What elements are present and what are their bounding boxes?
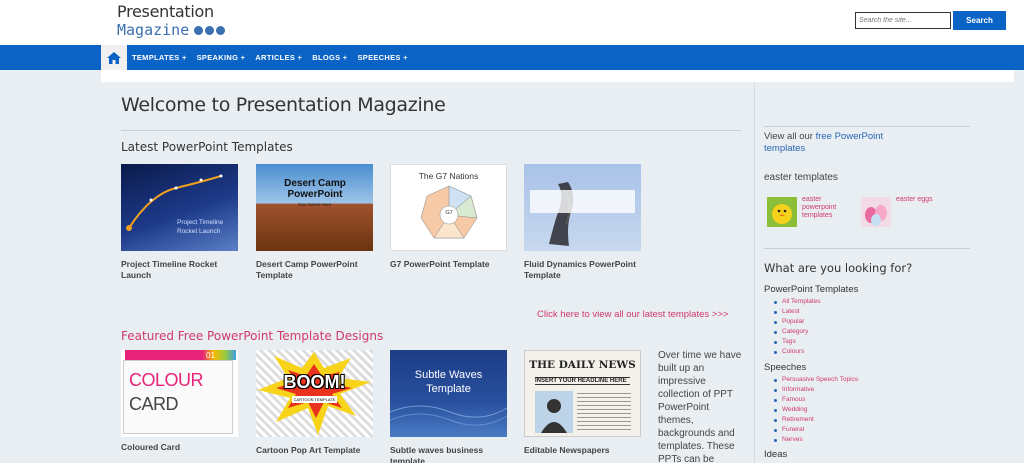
page-title: Welcome to Presentation Magazine (121, 94, 446, 116)
sidebar-link-informative[interactable]: Informative (774, 385, 858, 395)
template-thumb-fluid[interactable] (524, 164, 641, 251)
search-input[interactable] (855, 12, 951, 29)
sidebar-link-popular[interactable]: Popular (774, 317, 821, 327)
nav-spacer (101, 70, 1014, 82)
sidebar-link-wedding[interactable]: Wedding (774, 405, 858, 415)
pop-art-boom: BOOM! (283, 372, 346, 392)
template-caption-fluid[interactable]: Fluid Dynamics PowerPoint Template (524, 259, 649, 281)
sidebar-link-all-templates[interactable]: All Templates (774, 297, 821, 307)
sidebar-speeches-list: Persuasive Speech Topics Informative Fam… (774, 375, 858, 445)
template-thumb-coloured-card[interactable]: 01 COLOUR CARD (121, 350, 238, 437)
template-caption-newspaper[interactable]: Editable Newspapers (524, 445, 649, 456)
nav-speaking[interactable]: SPEAKING + (197, 53, 246, 62)
easter-thumb-eggs[interactable] (861, 197, 891, 227)
template-thumb-rocket[interactable]: Project Timeline Rocket Launch (121, 164, 238, 251)
main-nav: TEMPLATES + SPEAKING + ARTICLES + BLOGS … (0, 45, 1024, 70)
sidebar-divider-2 (764, 248, 970, 249)
looking-for-heading: What are you looking for? (764, 261, 913, 275)
sidebar-link-famous[interactable]: Famous (774, 395, 858, 405)
view-all-latest-link[interactable]: Click here to view all our latest templa… (537, 309, 728, 320)
thumb-g7-center: G7 (445, 210, 453, 216)
template-caption-rocket[interactable]: Project Timeline Rocket Launch (121, 259, 246, 281)
sidebar-divider (764, 126, 970, 127)
thumb-desert-title: Desert Camp PowerPoint (284, 178, 346, 200)
site-header: Presentation Magazine Search (0, 0, 1024, 45)
thumb-rocket-text: Project Timeline Rocket Launch (177, 219, 224, 235)
easter-thumb-chick[interactable] (767, 197, 797, 227)
newspaper-photo (535, 391, 573, 433)
thumb-fluid-bar (530, 190, 635, 213)
template-caption-g7[interactable]: G7 PowerPoint Template (390, 259, 515, 270)
home-icon (107, 51, 121, 64)
card-word2: CARD (129, 394, 179, 414)
sidebar-link-retirement[interactable]: Retirement (774, 415, 858, 425)
sidebar-templates-list: All Templates Latest Popular Category Ta… (774, 297, 821, 357)
latest-templates-heading: Latest PowerPoint Templates (121, 140, 293, 154)
sidebar-link-category[interactable]: Category (774, 327, 821, 337)
sidebar-link-persuasive[interactable]: Persuasive Speech Topics (774, 375, 858, 385)
thumb-g7-title: The G7 Nations (418, 171, 479, 181)
template-caption-pop-art[interactable]: Cartoon Pop Art Template (256, 445, 381, 456)
sidebar-link-nerves[interactable]: Nerves (774, 435, 858, 445)
thumb-desert-sub: Your Name Here (297, 202, 332, 207)
divider (121, 130, 741, 131)
logo-text-magazine: Magazine (117, 21, 227, 39)
thumb-waves-title: Subtle Waves Template (414, 369, 483, 395)
nav-articles[interactable]: ARTICLES + (255, 53, 302, 62)
nav-speeches[interactable]: SPEECHES + (357, 53, 407, 62)
template-thumb-newspaper[interactable]: THE DAILY NEWS INSERT YOUR HEADLINE HERE (524, 350, 641, 437)
featured-templates-heading: Featured Free PowerPoint Template Design… (121, 329, 384, 343)
easter-heading: easter templates (764, 172, 838, 183)
template-thumb-desert[interactable]: Desert Camp PowerPoint Your Name Here (256, 164, 373, 251)
nav-blogs[interactable]: BLOGS + (312, 53, 347, 62)
logo-magazine-label: Magazine (117, 21, 190, 39)
sidebar-group-ideas-title: Ideas (764, 449, 788, 460)
template-caption-subtle-waves[interactable]: Subtle waves business template (390, 445, 515, 463)
site-logo[interactable]: Presentation Magazine (117, 3, 227, 39)
logo-text-presentation: Presentation (117, 2, 214, 21)
logo-dots-icon (194, 25, 227, 35)
card-word1: COLOUR (129, 370, 204, 390)
newspaper-headline: INSERT YOUR HEADLINE HERE (535, 377, 630, 385)
search-button[interactable]: Search (953, 11, 1006, 30)
sidebar-link-tags[interactable]: Tags (774, 337, 821, 347)
sidebar-view-all-prefix: View all our (764, 131, 816, 142)
template-caption-coloured-card[interactable]: Coloured Card (121, 442, 246, 453)
easter-powerpoint-templates-link[interactable]: easter powerpoint templates (802, 196, 852, 220)
template-thumb-subtle-waves[interactable]: Subtle Waves Template (390, 350, 507, 437)
intro-paragraph: Over time we have built up an impressive… (658, 350, 742, 463)
newspaper-text-lines (577, 393, 631, 431)
sidebar-link-latest[interactable]: Latest (774, 307, 821, 317)
template-thumb-g7[interactable]: The G7 Nations G7 (390, 164, 507, 251)
easter-eggs-link[interactable]: easter eggs (896, 196, 933, 204)
sidebar-group-templates-title: PowerPoint Templates (764, 284, 859, 295)
nav-templates[interactable]: TEMPLATES + (132, 53, 187, 62)
sidebar-group-speeches-title: Speeches (764, 362, 807, 373)
pop-art-sub: CARTOON TEMPLATE (292, 396, 337, 403)
sidebar-link-funeral[interactable]: Funeral (774, 425, 858, 435)
template-caption-desert[interactable]: Desert Camp PowerPoint Template (256, 259, 381, 281)
newspaper-masthead: THE DAILY NEWS (529, 359, 636, 371)
sidebar-link-colours[interactable]: Colours (774, 347, 821, 357)
template-thumb-pop-art[interactable]: BOOM! CARTOON TEMPLATE (256, 350, 373, 437)
home-button[interactable] (101, 45, 127, 70)
card-number: 01 (206, 351, 215, 360)
sidebar-view-all: View all our free PowerPoint templates (764, 131, 904, 155)
card-top-stripe (125, 350, 236, 360)
